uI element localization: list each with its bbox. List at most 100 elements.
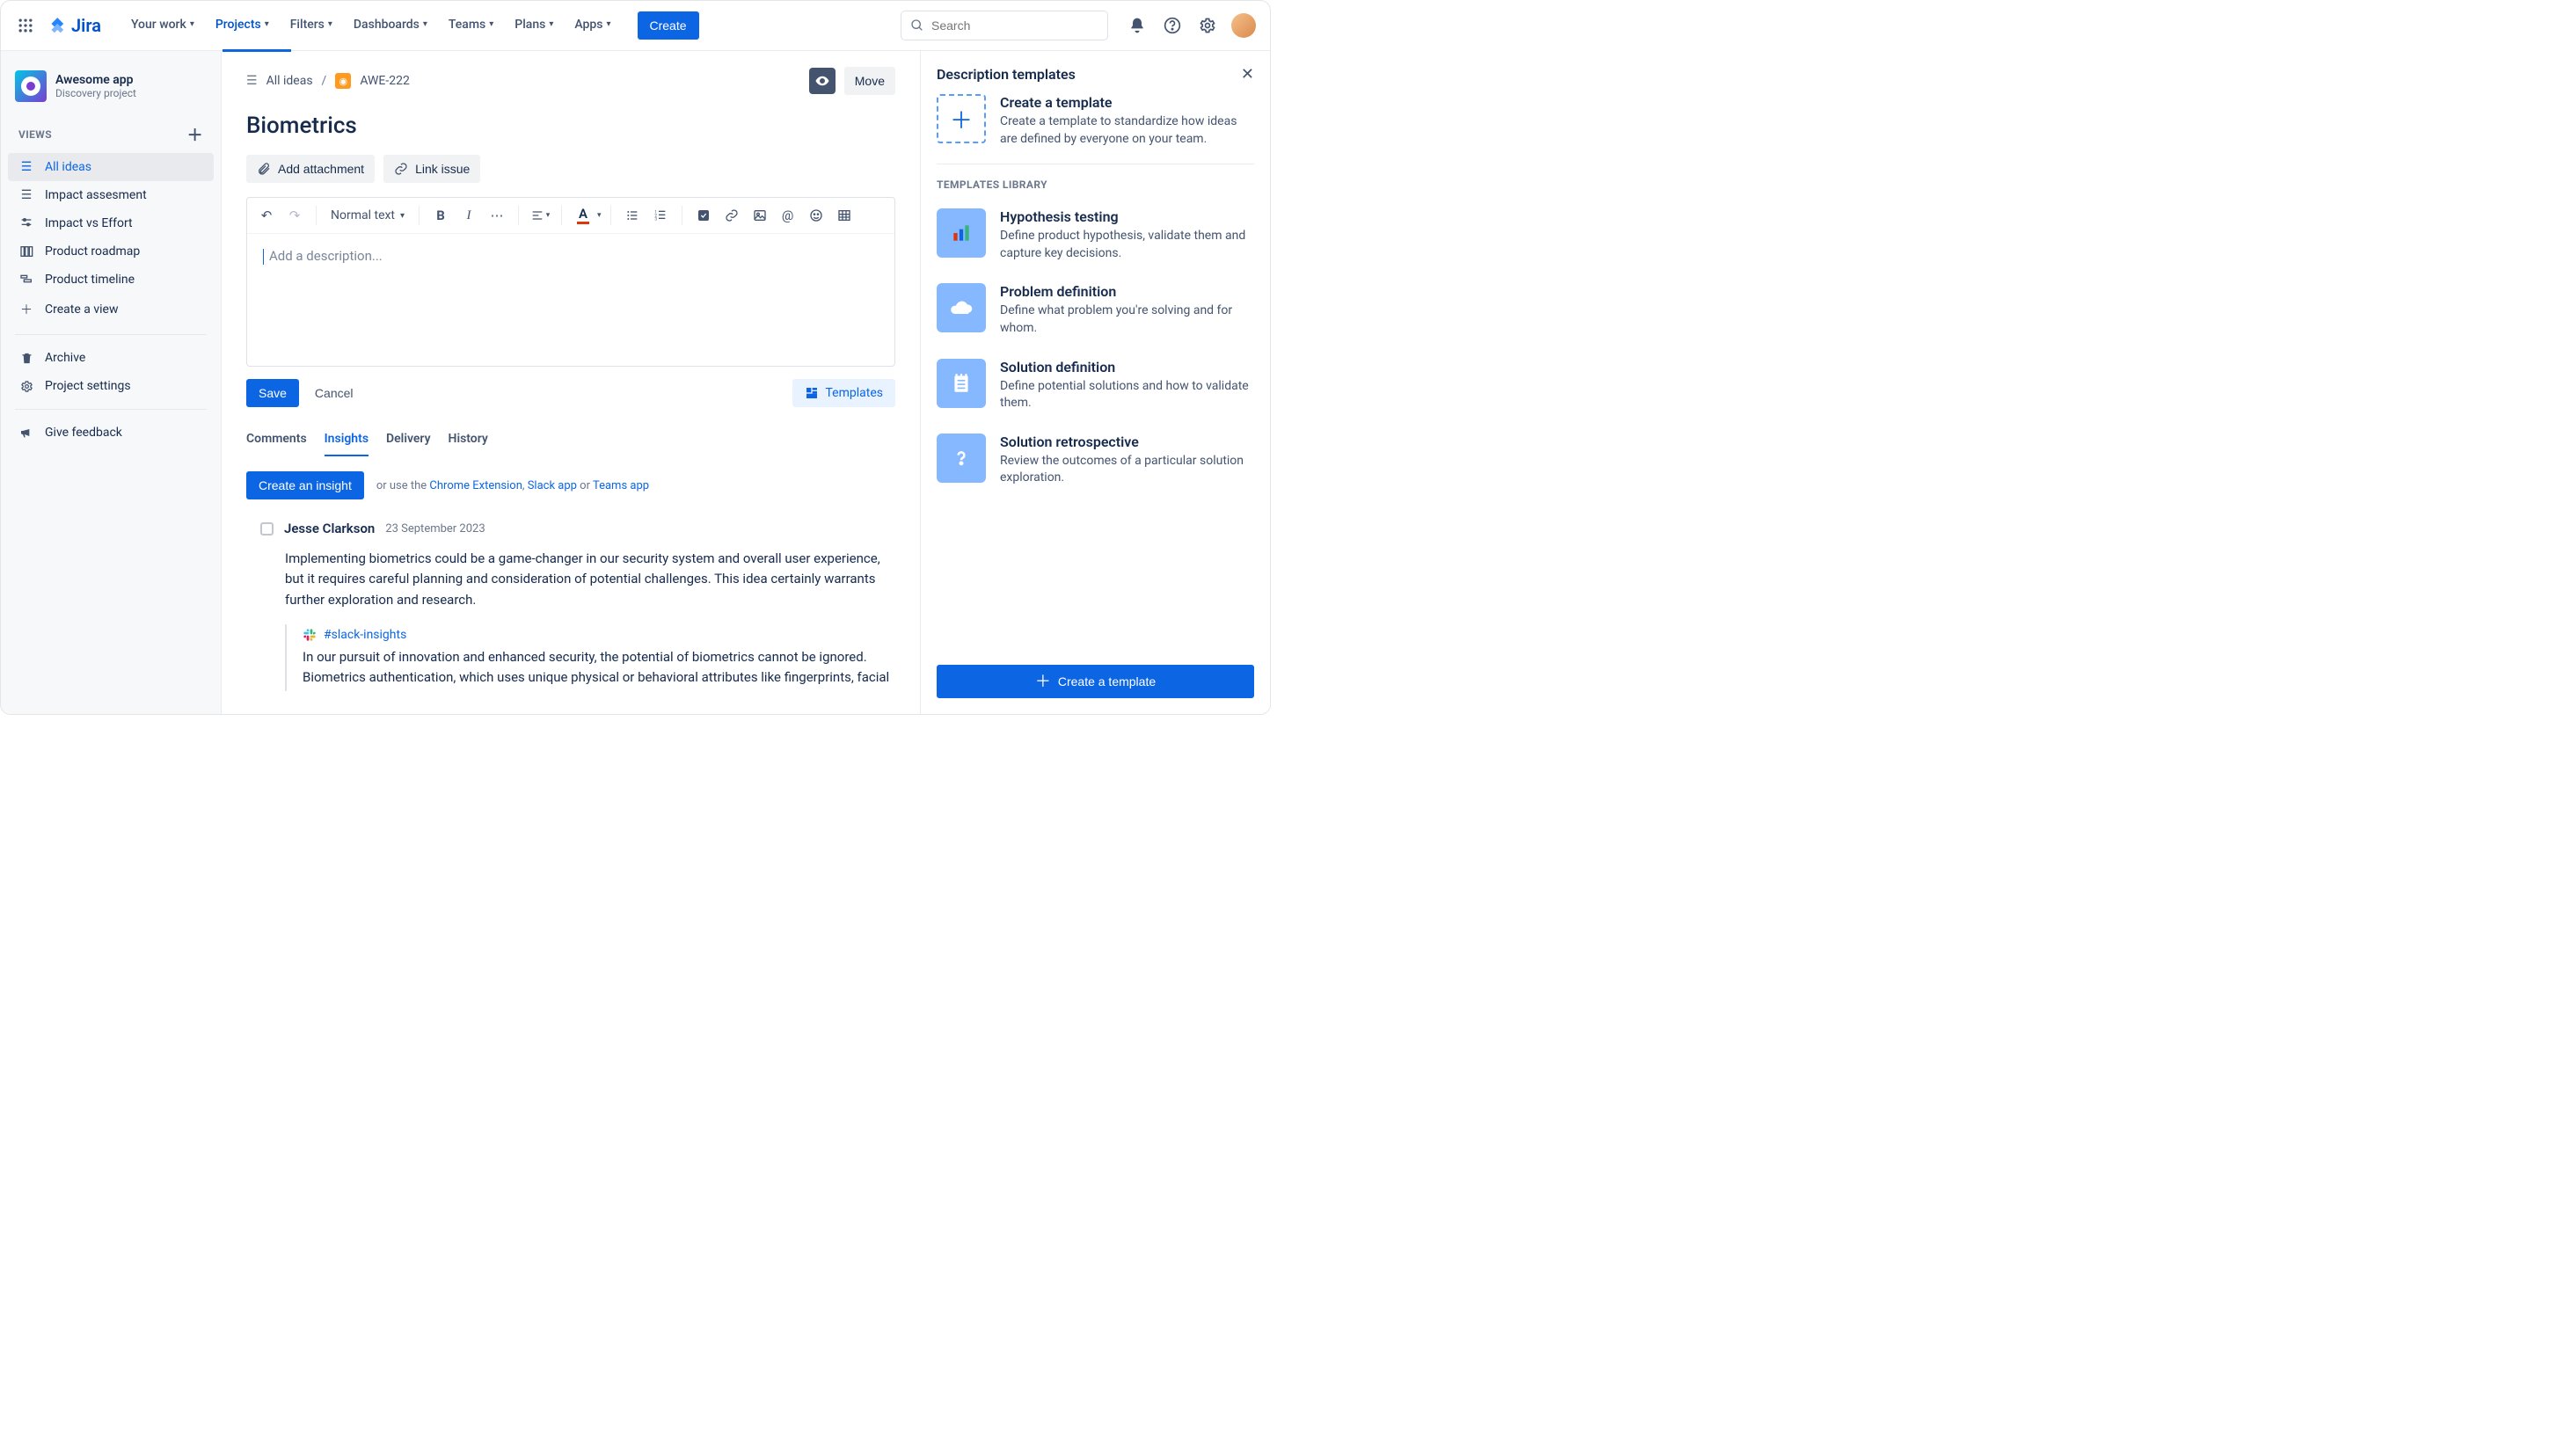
slack-text: In our pursuit of innovation and enhance… (303, 647, 895, 689)
notifications-icon[interactable] (1126, 14, 1149, 37)
app-switcher-icon[interactable] (15, 15, 36, 36)
templates-button[interactable]: Templates (792, 379, 896, 407)
watch-button[interactable] (809, 68, 836, 94)
search-icon (910, 18, 924, 33)
templates-label: Templates (826, 386, 884, 400)
nav-plans[interactable]: Plans▾ (504, 11, 564, 41)
nav-your-work[interactable]: Your work▾ (120, 11, 205, 41)
megaphone-icon (18, 426, 34, 440)
sidebar-item-archive[interactable]: Archive (8, 344, 214, 372)
text-color-button[interactable]: A (571, 203, 595, 228)
sidebar-item-label: All ideas (45, 160, 91, 174)
chevron-down-icon: ▾ (190, 19, 194, 29)
sidebar-item-product-timeline[interactable]: Product timeline (8, 266, 214, 294)
user-avatar[interactable] (1231, 13, 1256, 38)
panel-title: Description templates (937, 66, 1076, 83)
sidebar-item-label: Impact assesment (45, 188, 147, 202)
issue-key[interactable]: AWE-222 (360, 74, 410, 88)
italic-button[interactable]: I (456, 203, 481, 228)
save-button[interactable]: Save (246, 379, 299, 407)
chevron-down-icon: ▾ (400, 211, 405, 221)
project-header[interactable]: Awesome app Discovery project (8, 65, 214, 116)
settings-icon[interactable] (1196, 14, 1219, 37)
tab-insights[interactable]: Insights (325, 426, 369, 456)
action-item-button[interactable] (691, 203, 716, 228)
nav-apps[interactable]: Apps▾ (564, 11, 621, 41)
insight-entry: Jesse Clarkson 23 September 2023 Impleme… (246, 521, 895, 691)
sidebar-item-product-roadmap[interactable]: Product roadmap (8, 237, 214, 266)
insight-checkbox[interactable] (260, 522, 274, 536)
create-insight-button[interactable]: Create an insight (246, 471, 364, 499)
sidebar-item-feedback[interactable]: Give feedback (8, 419, 214, 447)
template-desc: Define potential solutions and how to va… (1000, 378, 1254, 412)
tab-delivery[interactable]: Delivery (386, 426, 431, 456)
sidebar-item-label: Product timeline (45, 273, 135, 287)
search-input[interactable] (931, 18, 1098, 33)
nav-filters[interactable]: Filters▾ (280, 11, 343, 41)
chrome-extension-link[interactable]: Chrome Extension (429, 479, 522, 492)
create-template-card[interactable]: ＋ Create a template Create a template to… (937, 94, 1254, 164)
bold-button[interactable]: B (428, 203, 453, 228)
mention-button[interactable]: @ (776, 203, 800, 228)
align-button[interactable]: ▾ (528, 203, 552, 228)
chevron-down-icon: ▾ (549, 19, 553, 29)
svg-text:3: 3 (654, 216, 657, 222)
tab-history[interactable]: History (449, 426, 488, 456)
nav-teams[interactable]: Teams▾ (438, 11, 504, 41)
help-icon[interactable] (1161, 14, 1184, 37)
jira-logo[interactable]: Jira (48, 15, 101, 36)
nav-projects[interactable]: Projects▾ (205, 11, 280, 41)
sidebar-item-project-settings[interactable]: Project settings (8, 372, 214, 400)
more-formatting-button[interactable]: ⋯ (485, 203, 509, 228)
sidebar-item-label: Create a view (45, 302, 118, 317)
numbered-list-button[interactable]: 123 (648, 203, 673, 228)
add-attachment-button[interactable]: Add attachment (246, 155, 375, 183)
bullet-list-button[interactable] (620, 203, 645, 228)
cancel-button[interactable]: Cancel (304, 379, 364, 407)
emoji-button[interactable] (804, 203, 828, 228)
description-editor: ↶ ↷ Normal text ▾ B I ⋯ ▾ (246, 197, 895, 367)
teams-app-link[interactable]: Teams app (593, 479, 649, 492)
text-style-select[interactable]: Normal text ▾ (325, 205, 410, 226)
trash-icon (18, 352, 34, 365)
views-heading: VIEWS (18, 128, 52, 141)
insert-link-button[interactable] (719, 203, 744, 228)
columns-icon (18, 244, 34, 259)
project-type: Discovery project (55, 87, 136, 99)
insert-image-button[interactable] (748, 203, 772, 228)
editor-textarea[interactable]: Add a description... (247, 234, 894, 366)
template-problem-definition[interactable]: Problem definition Define what problem y… (937, 274, 1254, 349)
notepad-icon (937, 359, 986, 408)
button-label: Create a template (1058, 674, 1156, 689)
tab-comments[interactable]: Comments (246, 426, 307, 456)
template-hypothesis-testing[interactable]: Hypothesis testing Define product hypoth… (937, 200, 1254, 274)
list-icon: ☰ (246, 74, 258, 88)
create-button[interactable]: Create (638, 11, 699, 40)
issue-title[interactable]: Biometrics (246, 113, 895, 139)
nav-dashboards[interactable]: Dashboards▾ (343, 11, 438, 41)
list-icon: ☰ (18, 188, 34, 202)
template-desc: Define what problem you're solving and f… (1000, 302, 1254, 337)
breadcrumb-root[interactable]: All ideas (266, 74, 313, 88)
table-button[interactable] (832, 203, 857, 228)
link-issue-button[interactable]: Link issue (383, 155, 480, 183)
add-view-icon[interactable]: ＋ (187, 123, 203, 146)
redo-button[interactable]: ↷ (282, 203, 307, 228)
slack-channel[interactable]: #slack-insights (324, 628, 406, 642)
sidebar-item-label: Product roadmap (45, 244, 140, 259)
move-button[interactable]: Move (844, 67, 895, 95)
create-template-footer-button[interactable]: ＋ Create a template (937, 665, 1254, 698)
template-icon (805, 386, 819, 400)
sidebar-item-all-ideas[interactable]: ☰ All ideas (8, 153, 214, 181)
undo-button[interactable]: ↶ (254, 203, 279, 228)
search-box[interactable] (901, 11, 1108, 40)
close-icon[interactable]: ✕ (1241, 65, 1254, 84)
slack-app-link[interactable]: Slack app (528, 479, 577, 492)
sidebar-item-impact-assessment[interactable]: ☰ Impact assesment (8, 181, 214, 209)
sidebar-item-create-view[interactable]: ＋ Create a view (8, 294, 214, 325)
template-solution-definition[interactable]: Solution definition Define potential sol… (937, 350, 1254, 425)
chevron-down-icon: ▾ (606, 19, 610, 29)
sidebar: Awesome app Discovery project VIEWS ＋ ☰ … (1, 51, 222, 714)
template-solution-retrospective[interactable]: Solution retrospective Review the outcom… (937, 425, 1254, 499)
sidebar-item-impact-vs-effort[interactable]: Impact vs Effort (8, 209, 214, 237)
